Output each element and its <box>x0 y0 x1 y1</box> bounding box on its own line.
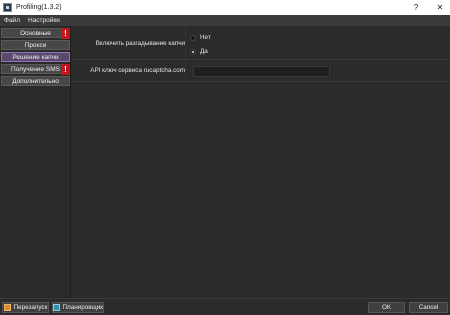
restart-label: Перезапуск <box>13 304 48 311</box>
sidebar-item-label: Решение капчи <box>12 53 59 61</box>
menu-settings[interactable]: Настройки <box>24 17 64 24</box>
close-button[interactable]: ✕ <box>430 0 450 15</box>
sidebar-item-label: Дополнительно <box>12 77 59 85</box>
title-bar: Profiling(1.3.2) ? ✕ <box>0 0 450 15</box>
radio-dot-checked-icon[interactable] <box>190 48 196 55</box>
radio-label: Да <box>200 48 208 55</box>
scheduler-icon <box>53 304 60 311</box>
sidebar-item-label: Основные <box>20 29 51 37</box>
app-icon <box>3 3 12 12</box>
settings-sidebar: Основные ! Прокси Решение капчи Получени… <box>0 26 71 298</box>
row-divider <box>185 60 186 81</box>
restart-button[interactable]: Перезапуск <box>2 302 49 313</box>
sidebar-item-captcha[interactable]: Решение капчи <box>1 52 70 62</box>
radio-no[interactable]: Нет <box>190 34 211 41</box>
bottom-bar: Перезапуск Планировщик OK Cancel <box>0 298 450 315</box>
api-key-input[interactable] <box>193 66 330 77</box>
scheduler-button[interactable]: Планировщик <box>52 302 104 313</box>
radio-yes[interactable]: Да <box>190 48 208 55</box>
ok-button[interactable]: OK <box>368 302 405 313</box>
api-key-label: API ключ сервиса rucaptcha.com <box>90 67 185 74</box>
warning-icon: ! <box>61 28 70 39</box>
menu-bar: Файл Настройки <box>0 15 450 26</box>
api-key-row: API ключ сервиса rucaptcha.com <box>72 60 450 82</box>
help-button[interactable]: ? <box>406 0 426 15</box>
sidebar-item-label: Получение SMS <box>11 65 60 73</box>
cancel-button[interactable]: Cancel <box>409 302 448 313</box>
captcha-toggle-row: Включить разгадывание капчи Нет Да <box>72 26 450 60</box>
menu-file[interactable]: Файл <box>0 17 24 24</box>
sidebar-item-advanced[interactable]: Дополнительно <box>1 76 70 86</box>
scheduler-label: Планировщик <box>62 304 104 311</box>
restart-icon <box>3 304 11 311</box>
sidebar-item-sms[interactable]: Получение SMS ! <box>1 64 70 75</box>
window-title: Profiling(1.3.2) <box>16 4 62 11</box>
sidebar-item-basic[interactable]: Основные ! <box>1 28 70 39</box>
radio-dot-icon[interactable] <box>190 34 196 41</box>
radio-label: Нет <box>200 34 211 41</box>
sidebar-item-label: Прокси <box>24 41 47 49</box>
warning-icon: ! <box>61 64 70 75</box>
row-divider <box>185 26 186 59</box>
sidebar-item-proxy[interactable]: Прокси <box>1 40 70 50</box>
settings-panel: Включить разгадывание капчи Нет Да API к… <box>72 26 450 298</box>
captcha-toggle-label: Включить разгадывание капчи <box>95 40 185 47</box>
